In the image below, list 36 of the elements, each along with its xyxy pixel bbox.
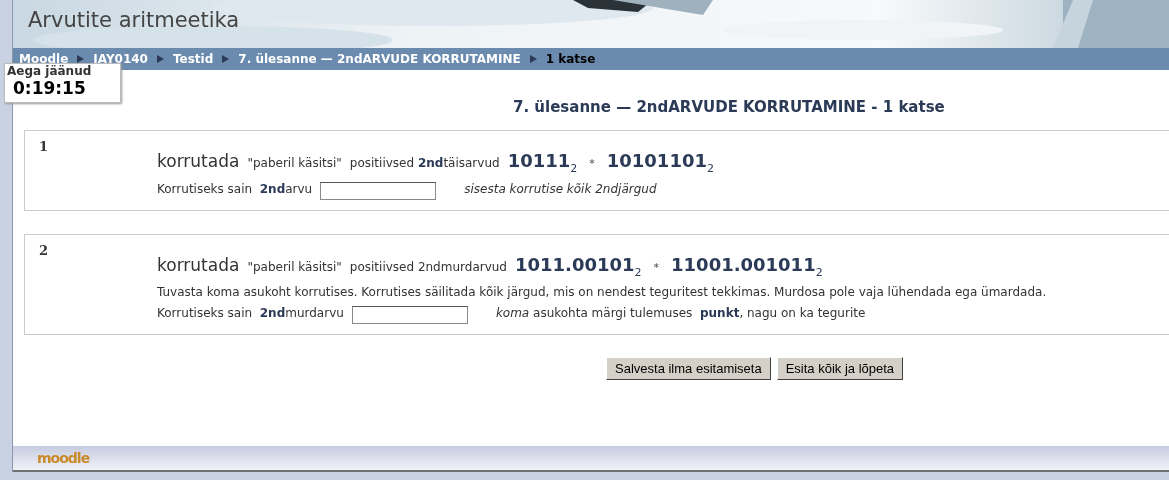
answer-field[interactable] bbox=[320, 181, 437, 200]
answer-label: Korrutiseks sain 2ndarvu bbox=[157, 181, 313, 196]
moodle-logo[interactable]: moodle bbox=[37, 450, 90, 466]
breadcrumb-link[interactable]: IAY0140 bbox=[93, 52, 148, 66]
submit-button[interactable]: Esita kõik ja lõpeta bbox=[776, 357, 904, 381]
instruction-text: Tuvasta koma asukoht korrutises. Korrutises säilitada kõik järgud, mis on nendest teguritest tekkimas. Murdosa pole vaja lühendada ega ümardada. bbox=[157, 285, 1047, 300]
page-heading: 7. ülesanne — 2ndARVUDE KORRUTAMINE - 1 katse bbox=[513, 98, 946, 116]
question-number: 1 bbox=[39, 139, 50, 156]
answer-field[interactable] bbox=[351, 306, 468, 325]
operator: * bbox=[589, 157, 595, 170]
hint-text: koma asukohta märgi tulemuses punkt, nagu on ka tegurite bbox=[495, 306, 866, 321]
question-text: positiivsed 2ndtäisarvud bbox=[349, 156, 500, 170]
operand: 10111$_{2}$ bbox=[507, 150, 578, 175]
breadcrumb-link[interactable]: 7. ülesanne — 2ndARVUDE KORRUTAMINE bbox=[238, 52, 521, 66]
question-text: "paberil käsitsi" bbox=[247, 259, 342, 274]
operand: 11001.001011$_{2}$ bbox=[671, 253, 823, 279]
operand: 10101101$_{2}$ bbox=[606, 150, 714, 175]
question-text: positiivsed 2ndmurdarvud bbox=[349, 259, 507, 274]
save-button[interactable]: Salvesta ilma esitamiseta bbox=[606, 357, 771, 381]
question-number: 2 bbox=[39, 242, 50, 260]
question-verb: korrutada bbox=[157, 151, 240, 171]
breadcrumb-current: 1 katse bbox=[545, 52, 596, 66]
page-title: Arvutite aritmeetika bbox=[28, 8, 240, 32]
timer-value: 0:19:15 bbox=[13, 78, 87, 98]
operator: * bbox=[653, 260, 660, 274]
breadcrumb-link[interactable]: Moodle bbox=[19, 52, 69, 66]
separator-icon bbox=[529, 55, 537, 63]
question-verb: korrutada bbox=[157, 254, 240, 275]
hint-text: sisesta korrutise kõik 2ndjärgud bbox=[464, 181, 657, 196]
question-text: "paberil käsitsi" bbox=[247, 156, 342, 170]
answer-label: Korrutiseks sain 2ndmurdarvu bbox=[157, 306, 344, 321]
separator-icon bbox=[222, 55, 230, 63]
timer-label: Aega jäänud bbox=[7, 64, 93, 78]
separator-icon bbox=[157, 55, 164, 63]
operand: 1011.00101$_{2}$ bbox=[515, 253, 642, 279]
breadcrumb-link[interactable]: Testid bbox=[173, 52, 214, 66]
